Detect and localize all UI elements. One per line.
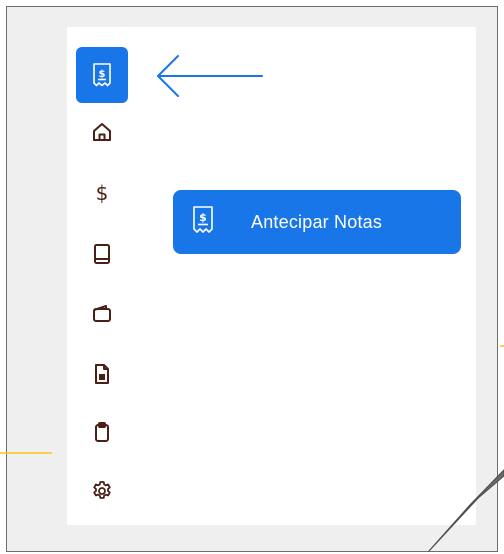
wallet-icon (91, 304, 113, 324)
sidebar-item-wallet[interactable] (76, 286, 128, 342)
dollar-icon: $ (95, 181, 109, 205)
sidebar-item-financeiro[interactable]: $ (76, 165, 128, 221)
clipboard-icon (92, 421, 112, 443)
sidebar-item-book[interactable] (76, 226, 128, 282)
svg-text:$: $ (99, 69, 106, 80)
sidebar-item-clipboard[interactable] (76, 404, 128, 460)
sidebar-item-antecipar-notas[interactable]: $ (76, 47, 128, 103)
sidebar-panel (67, 27, 476, 525)
sidebar-item-home[interactable] (76, 104, 128, 160)
button-label: Antecipar Notas (251, 211, 383, 232)
document-icon (92, 363, 112, 385)
receipt-dollar-icon: $ (191, 205, 215, 240)
gear-icon (90, 479, 114, 503)
sidebar-item-settings[interactable] (76, 463, 128, 519)
sidebar-item-document[interactable] (76, 346, 128, 402)
home-icon (91, 121, 113, 143)
book-icon (92, 243, 112, 265)
receipt-dollar-icon: $ (91, 62, 113, 88)
svg-text:$: $ (199, 211, 207, 224)
antecipar-notas-button[interactable]: $ Antecipar Notas (173, 190, 461, 254)
